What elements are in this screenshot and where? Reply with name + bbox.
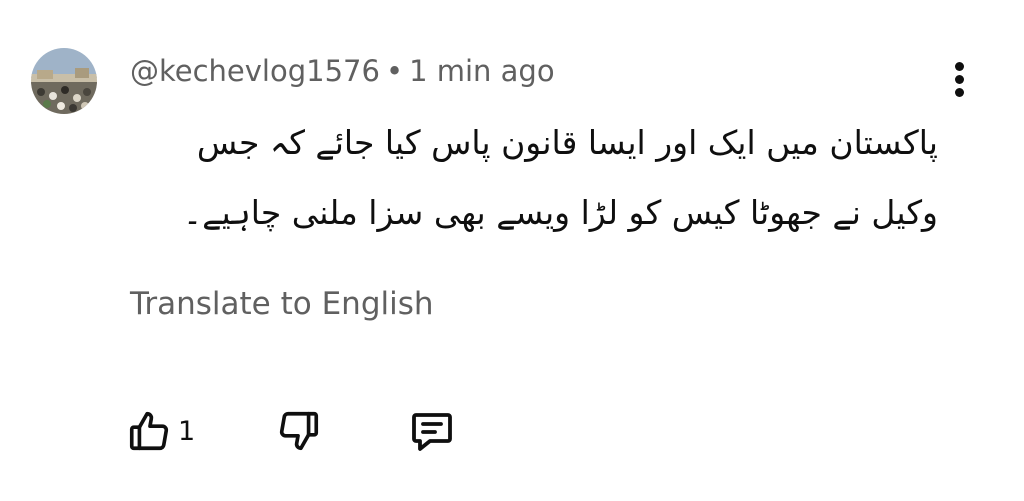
dislike-button[interactable] (276, 406, 322, 456)
avatar[interactable] (31, 48, 97, 114)
like-count: 1 (178, 415, 196, 447)
more-vert-icon[interactable] (943, 58, 977, 102)
comment-text: پاکستان میں ایک اور ایسا قانون پاس کیا ج… (182, 123, 938, 232)
thumb-down-icon (279, 411, 319, 451)
thumb-up-icon (129, 411, 169, 451)
separator-dot: • (385, 54, 404, 88)
menu-dot (955, 88, 964, 97)
comment-header: @kechevlog1576 • 1 min ago (130, 49, 555, 93)
menu-dot (955, 62, 964, 71)
menu-dot (955, 75, 964, 84)
comment-author[interactable]: @kechevlog1576 (130, 54, 380, 88)
translate-button[interactable]: Translate to English (130, 281, 434, 327)
comment-icon (412, 413, 452, 451)
comment-timestamp: 1 min ago (409, 54, 555, 88)
reply-button[interactable] (408, 406, 456, 456)
like-button[interactable]: 1 (126, 406, 195, 456)
